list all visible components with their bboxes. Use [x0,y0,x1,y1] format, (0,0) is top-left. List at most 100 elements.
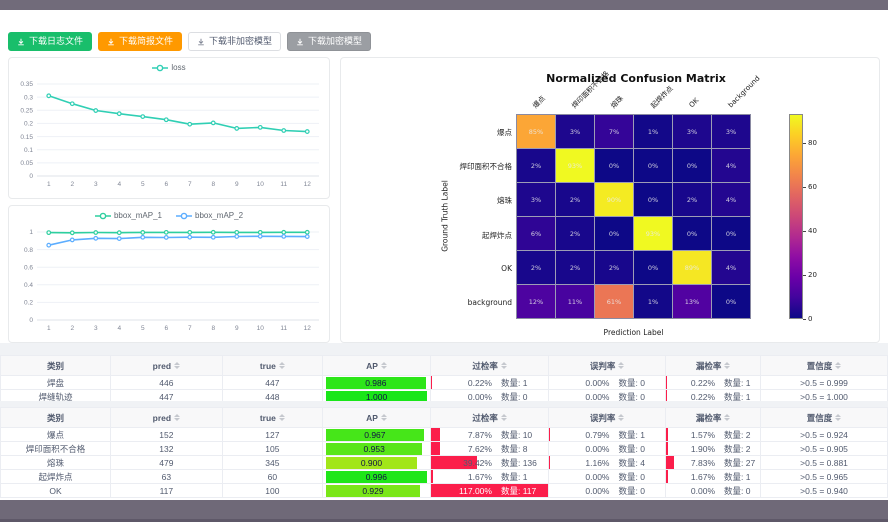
column-header-过检率[interactable]: 过检率 [431,408,549,428]
sort-icon[interactable] [279,362,285,369]
sort-icon[interactable] [501,414,507,421]
sort-icon[interactable] [618,414,624,421]
svg-text:7: 7 [188,181,192,188]
sort-icon[interactable] [381,362,387,369]
cell-over-rate: 39.42%数量: 136 [431,456,549,470]
sort-icon[interactable] [381,414,387,421]
column-header-pred[interactable]: pred [110,356,222,376]
rate-percent: 7.62% [431,444,492,454]
svg-text:3: 3 [94,325,98,332]
matrix-cell: 2% [556,251,594,284]
svg-text:9: 9 [235,325,239,332]
download-icon [296,38,304,46]
svg-text:0.05: 0.05 [20,160,33,167]
column-header-误判率[interactable]: 误判率 [549,408,666,428]
legend-item-bbox_mAP_2[interactable]: bbox_mAP_2 [176,211,243,220]
table-header-row: 类别 pred true AP 过检率 误判率漏检率置信度 [1,408,888,428]
download-unencrypted-model-label: 下载非加密模型 [209,37,272,46]
summary-table-1: 类别predtrueAP过检率误判率漏检率置信度焊盘4464470.9860.2… [0,355,888,404]
column-header-label: AP [366,413,378,423]
sort-icon[interactable] [724,414,730,421]
colorbar-tick-label: 60 [808,183,817,191]
matrix-row-label: 焊印面积不合格 [404,161,512,172]
colorbar-tick-label: 80 [808,139,817,147]
column-header-true[interactable]: true [222,408,322,428]
column-header-label: 过检率 [472,412,498,424]
column-header-漏检率[interactable]: 漏检率 [666,356,761,376]
legend-label: bbox_mAP_1 [114,211,162,220]
table-row: 起焊炸点63600.9961.67%数量: 10.00%数量: 01.67%数量… [1,470,888,484]
sort-icon[interactable] [835,414,841,421]
column-header-过检率[interactable]: 过检率 [431,356,549,376]
download-icon [107,38,115,46]
legend-item-bbox_mAP_1[interactable]: bbox_mAP_1 [95,211,162,220]
rate-percent: 1.57% [666,430,715,440]
table-row: 爆点1521270.9677.87%数量: 100.79%数量: 11.57%数… [1,428,888,442]
column-header-AP[interactable]: AP [322,408,430,428]
rate-quantity: 数量: 1 [618,429,644,441]
content-area: 下载日志文件 下载简报文件 下载非加密模型 下载加密模型 loss 00.050… [0,10,888,500]
matrix-cell: 11% [556,285,594,318]
matrix-cell: 93% [634,217,672,250]
legend-marker-icon [152,64,168,72]
sort-icon[interactable] [501,362,507,369]
column-header-漏检率[interactable]: 漏检率 [666,408,761,428]
column-header-true[interactable]: true [222,356,322,376]
rate-quantity: 数量: 1 [501,471,527,483]
column-header-类别: 类别 [1,408,111,428]
legend-item-loss[interactable]: loss [152,63,185,72]
download-icon [17,38,25,46]
rate-quantity: 数量: 1 [501,377,527,389]
matrix-cell: 2% [556,217,594,250]
svg-text:9: 9 [235,181,239,188]
matrix-cell: 0% [634,149,672,182]
matrix-cell: 3% [517,183,555,216]
matrix-cell: 0% [712,285,750,318]
legend-label: bbox_mAP_2 [195,211,243,220]
column-header-label: 置信度 [807,360,833,372]
download-log-button[interactable]: 下载日志文件 [8,32,92,51]
sort-icon[interactable] [618,362,624,369]
sort-icon[interactable] [174,362,180,369]
svg-text:2: 2 [70,181,74,188]
matrix-column-label: 熔珠 [609,94,625,110]
cell-confidence: >0.5 = 0.999 [761,376,888,390]
rate-quantity: 数量: 4 [618,457,644,469]
matrix-cell: 2% [595,251,633,284]
download-report-button[interactable]: 下载简报文件 [98,32,182,51]
cell-confidence: >0.5 = 0.905 [761,442,888,456]
cell-pred: 117 [110,484,222,498]
cell-ap: 0.929 [322,484,430,498]
matrix-row-label: OK [404,264,512,273]
sort-icon[interactable] [835,362,841,369]
cell-over-rate: 0.22%数量: 1 [431,376,549,390]
download-icon [197,38,205,46]
rate-percent: 0.00% [549,472,609,482]
cell-ap: 0.967 [322,428,430,442]
column-header-AP[interactable]: AP [322,356,430,376]
matrix-column-label: OK [687,96,701,110]
cell-class: OK [1,484,111,498]
column-header-label: pred [153,413,171,423]
rate-percent: 1.67% [666,472,715,482]
svg-text:0.2: 0.2 [24,121,33,128]
rate-quantity: 数量: 0 [618,485,644,497]
cell-miss-rate: 0.22%数量: 1 [666,376,761,390]
rate-percent: 0.00% [666,486,715,496]
column-header-pred[interactable]: pred [110,408,222,428]
cell-confidence: >0.5 = 0.965 [761,470,888,484]
matrix-column-label: 爆点 [531,94,547,110]
download-encrypted-model-button[interactable]: 下载加密模型 [287,32,371,51]
matrix-row-label: background [404,298,512,307]
column-header-label: 误判率 [590,360,616,372]
download-unencrypted-model-button[interactable]: 下载非加密模型 [188,32,281,51]
column-header-置信度[interactable]: 置信度 [761,356,888,376]
column-header-误判率[interactable]: 误判率 [549,356,666,376]
column-header-置信度[interactable]: 置信度 [761,408,888,428]
svg-text:0.4: 0.4 [24,282,33,289]
svg-text:5: 5 [141,325,145,332]
sort-icon[interactable] [724,362,730,369]
sort-icon[interactable] [279,414,285,421]
sort-icon[interactable] [174,414,180,421]
matrix-cell: 93% [556,149,594,182]
